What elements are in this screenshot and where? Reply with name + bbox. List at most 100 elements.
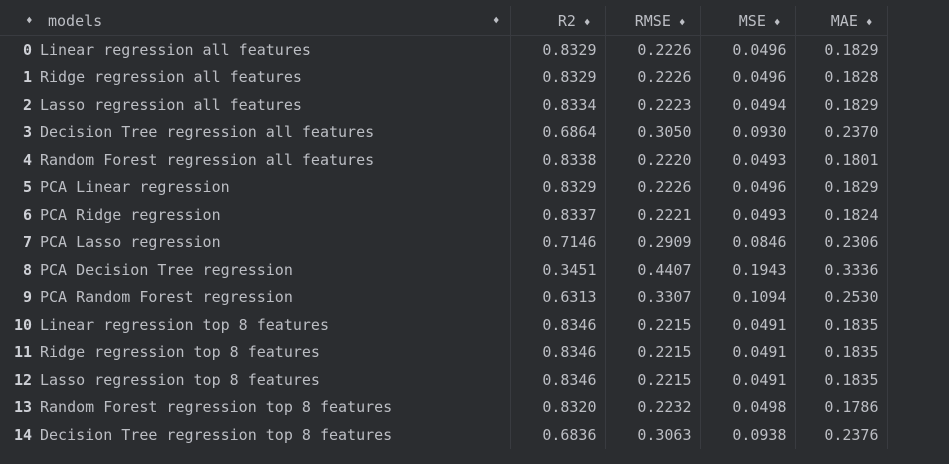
sort-icon[interactable]: ♦ [26,14,33,27]
cell-mse[interactable]: 0.0491 [700,366,796,394]
cell-mae[interactable]: 0.3336 [795,256,888,284]
column-header-models[interactable]: models ♦ [40,6,511,36]
cell-model[interactable]: PCA Linear regression [40,173,511,201]
cell-mae[interactable]: 0.1829 [795,91,888,119]
cell-model[interactable]: PCA Random Forest regression [40,283,511,311]
cell-mse[interactable]: 0.0938 [700,421,796,449]
cell-model[interactable]: Decision Tree regression top 8 features [40,421,511,449]
table-row[interactable]: 11 Ridge regression top 8 features 0.834… [0,338,888,366]
table-row[interactable]: 13 Random Forest regression top 8 featur… [0,393,888,421]
column-header-rmse[interactable]: RMSE ♦ [605,6,701,36]
cell-model[interactable]: Random Forest regression top 8 features [40,393,511,421]
cell-r2[interactable]: 0.8320 [510,393,606,421]
cell-rmse[interactable]: 0.4407 [605,256,701,284]
cell-rmse[interactable]: 0.2215 [605,366,701,394]
column-header-mae[interactable]: MAE ♦ [795,6,888,36]
table-row[interactable]: 10 Linear regression top 8 features 0.83… [0,311,888,339]
sort-icon[interactable]: ♦ [866,16,873,29]
cell-mae[interactable]: 0.2376 [795,421,888,449]
cell-mae[interactable]: 0.1829 [795,35,888,64]
cell-r2[interactable]: 0.6864 [510,118,606,146]
table-row[interactable]: 12 Lasso regression top 8 features 0.834… [0,366,888,394]
table-row[interactable]: 0 Linear regression all features 0.8329 … [0,35,888,64]
cell-mae[interactable]: 0.2530 [795,283,888,311]
cell-rmse[interactable]: 0.2226 [605,63,701,91]
table-row[interactable]: 14 Decision Tree regression top 8 featur… [0,421,888,449]
cell-r2[interactable]: 0.8338 [510,146,606,174]
cell-rmse[interactable]: 0.3063 [605,421,701,449]
cell-model[interactable]: PCA Decision Tree regression [40,256,511,284]
cell-model[interactable]: Linear regression top 8 features [40,311,511,339]
cell-mae[interactable]: 0.2370 [795,118,888,146]
cell-r2[interactable]: 0.6836 [510,421,606,449]
cell-rmse[interactable]: 0.2226 [605,173,701,201]
cell-model[interactable]: PCA Lasso regression [40,228,511,256]
cell-rmse[interactable]: 0.2223 [605,91,701,119]
cell-rmse[interactable]: 0.2232 [605,393,701,421]
cell-rmse[interactable]: 0.2226 [605,35,701,64]
cell-mae[interactable]: 0.1829 [795,173,888,201]
sort-icon[interactable]: ♦ [493,14,500,27]
cell-rmse[interactable]: 0.2909 [605,228,701,256]
cell-model[interactable]: Lasso regression top 8 features [40,366,511,394]
cell-mse[interactable]: 0.1094 [700,283,796,311]
cell-rmse[interactable]: 0.2215 [605,311,701,339]
cell-mse[interactable]: 0.0496 [700,35,796,64]
cell-r2[interactable]: 0.8329 [510,173,606,201]
sort-icon[interactable]: ♦ [774,16,781,29]
cell-model[interactable]: Random Forest regression all features [40,146,511,174]
table-row[interactable]: 3 Decision Tree regression all features … [0,118,888,146]
cell-model[interactable]: Linear regression all features [40,35,511,64]
cell-r2[interactable]: 0.8329 [510,35,606,64]
cell-r2[interactable]: 0.8337 [510,201,606,229]
cell-mse[interactable]: 0.0493 [700,201,796,229]
table-row[interactable]: 4 Random Forest regression all features … [0,146,888,174]
cell-mae[interactable]: 0.1835 [795,311,888,339]
cell-mse[interactable]: 0.1943 [700,256,796,284]
cell-rmse[interactable]: 0.3307 [605,283,701,311]
cell-mae[interactable]: 0.1801 [795,146,888,174]
table-row[interactable]: 5 PCA Linear regression 0.8329 0.2226 0.… [0,173,888,201]
cell-r2[interactable]: 0.6313 [510,283,606,311]
cell-model[interactable]: Ridge regression top 8 features [40,338,511,366]
table-row[interactable]: 7 PCA Lasso regression 0.7146 0.2909 0.0… [0,228,888,256]
cell-mse[interactable]: 0.0496 [700,173,796,201]
sort-icon[interactable]: ♦ [584,16,591,29]
cell-mse[interactable]: 0.0846 [700,228,796,256]
cell-mse[interactable]: 0.0491 [700,311,796,339]
cell-mse[interactable]: 0.0498 [700,393,796,421]
cell-mse[interactable]: 0.0491 [700,338,796,366]
column-header-r2[interactable]: R2 ♦ [510,6,606,36]
cell-mae[interactable]: 0.1828 [795,63,888,91]
cell-mse[interactable]: 0.0930 [700,118,796,146]
cell-mae[interactable]: 0.1835 [795,366,888,394]
cell-mse[interactable]: 0.0493 [700,146,796,174]
cell-mae[interactable]: 0.1786 [795,393,888,421]
cell-r2[interactable]: 0.8346 [510,366,606,394]
cell-rmse[interactable]: 0.2220 [605,146,701,174]
table-row[interactable]: 1 Ridge regression all features 0.8329 0… [0,63,888,91]
cell-r2[interactable]: 0.8334 [510,91,606,119]
cell-r2[interactable]: 0.3451 [510,256,606,284]
cell-model[interactable]: Lasso regression all features [40,91,511,119]
table-row[interactable]: 8 PCA Decision Tree regression 0.3451 0.… [0,256,888,284]
cell-mse[interactable]: 0.0496 [700,63,796,91]
cell-mae[interactable]: 0.1835 [795,338,888,366]
cell-model[interactable]: Decision Tree regression all features [40,118,511,146]
cell-mse[interactable]: 0.0494 [700,91,796,119]
cell-r2[interactable]: 0.8346 [510,338,606,366]
table-row[interactable]: 2 Lasso regression all features 0.8334 0… [0,91,888,119]
column-header-mse[interactable]: MSE ♦ [700,6,796,36]
cell-model[interactable]: Ridge regression all features [40,63,511,91]
cell-r2[interactable]: 0.7146 [510,228,606,256]
table-row[interactable]: 6 PCA Ridge regression 0.8337 0.2221 0.0… [0,201,888,229]
cell-mae[interactable]: 0.1824 [795,201,888,229]
cell-r2[interactable]: 0.8346 [510,311,606,339]
sort-icon[interactable]: ♦ [679,16,686,29]
cell-rmse[interactable]: 0.2221 [605,201,701,229]
index-header[interactable]: ♦ [0,6,40,36]
cell-r2[interactable]: 0.8329 [510,63,606,91]
table-row[interactable]: 9 PCA Random Forest regression 0.6313 0.… [0,283,888,311]
cell-mae[interactable]: 0.2306 [795,228,888,256]
cell-rmse[interactable]: 0.2215 [605,338,701,366]
